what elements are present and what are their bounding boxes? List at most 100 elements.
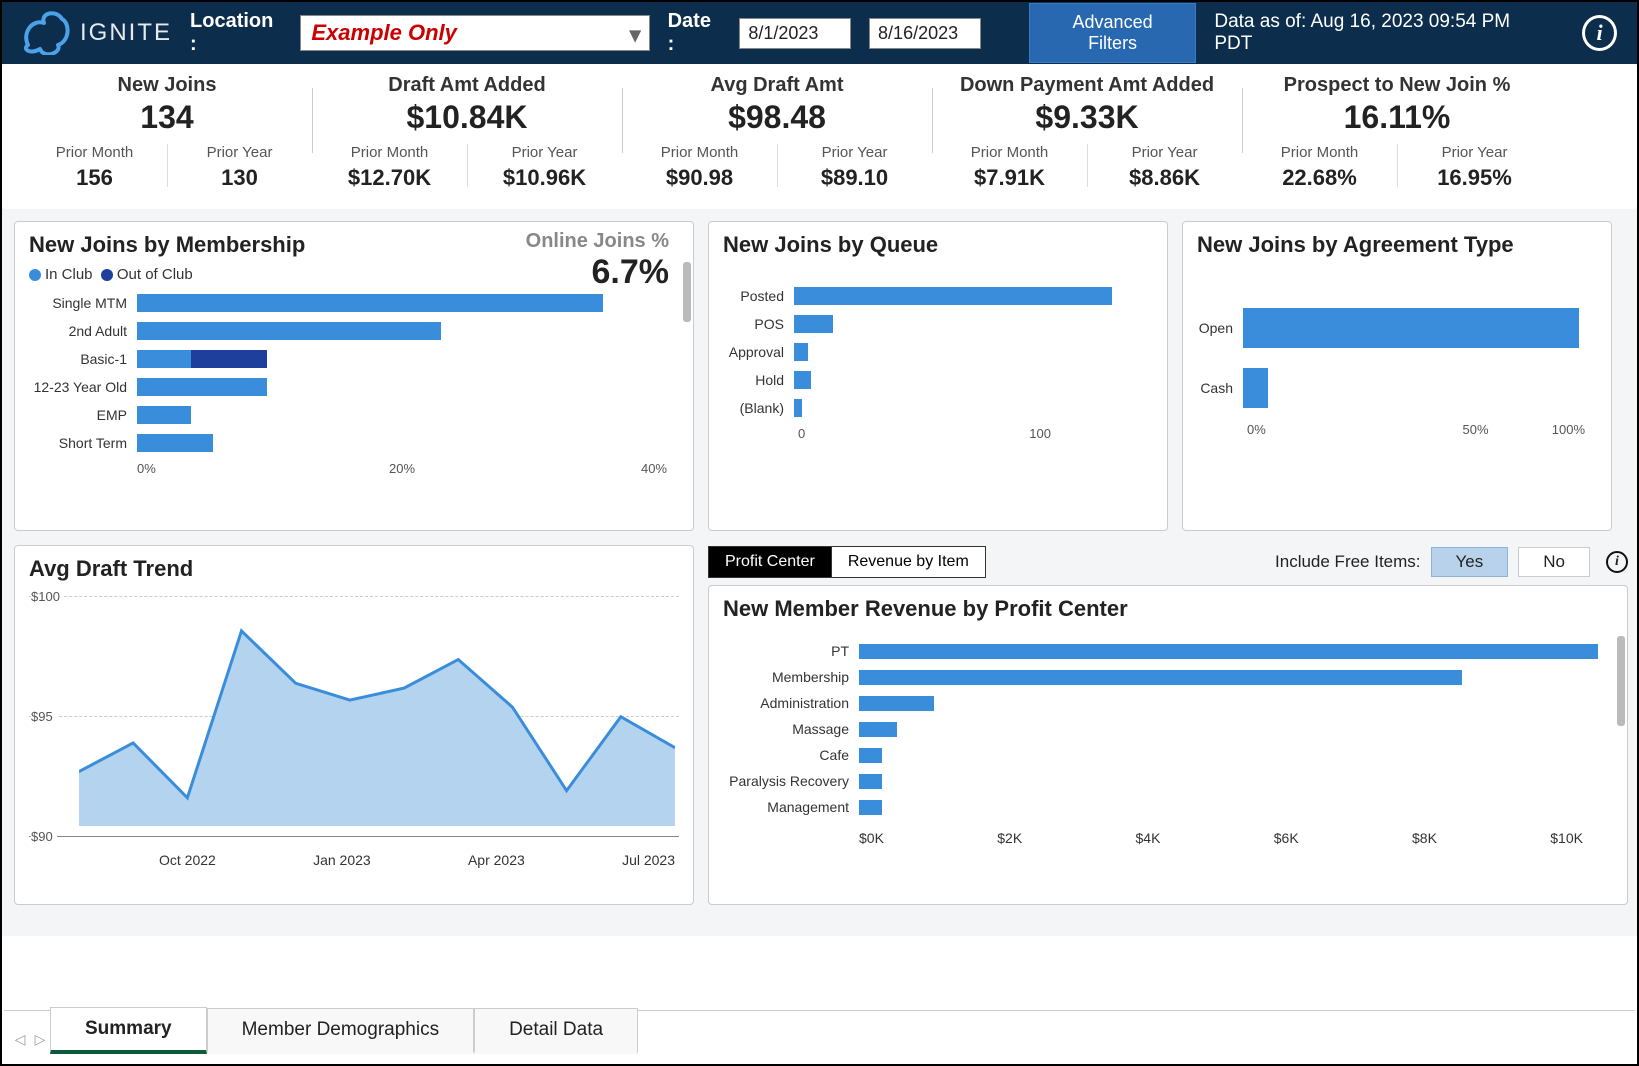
bar-label: Single MTM [29,295,131,311]
toggle-no[interactable]: No [1518,547,1590,577]
date-start-input[interactable]: 8/1/2023 [739,18,851,49]
bar [137,322,679,340]
tab-demographics[interactable]: Member Demographics [207,1008,474,1054]
footer-tabs: ◁ ▷ Summary Member Demographics Detail D… [4,1010,1635,1054]
date-label: Date : [668,10,722,56]
location-select[interactable]: Example Only [300,15,649,51]
scrollbar[interactable] [683,262,691,490]
info-icon[interactable]: i [1582,15,1617,51]
chart-revenue[interactable]: PTMembershipAdministrationMassageCafePar… [723,638,1613,820]
bar [859,722,1613,737]
logo-icon [22,11,70,55]
bar-row: Administration [723,690,1613,716]
bar-row: 12-23 Year Old [29,373,679,401]
panel-title: New Member Revenue by Profit Center [723,596,1613,622]
bar [137,294,679,312]
bar-label: Cafe [723,747,853,763]
bar-label: (Blank) [723,400,788,416]
bar-label: Posted [723,288,788,304]
bar-row: Short Term [29,429,679,457]
advanced-filters-button[interactable]: Advanced Filters [1029,3,1197,63]
kpi-prospect-pct: Prospect to New Join % 16.11% Prior Mont… [1242,72,1552,205]
date-end-input[interactable]: 8/16/2023 [869,18,981,49]
kpi-draft-amt-added: Draft Amt Added $10.84K Prior Month$12.7… [312,72,622,205]
info-icon[interactable]: i [1606,551,1628,573]
bar-label: Administration [723,695,853,711]
bar-label: Basic-1 [29,351,131,367]
bar [859,748,1613,763]
panel-title: Avg Draft Trend [29,556,679,582]
x-axis: $0K $2K $4K $6K $8K $10K [723,830,1613,846]
bar [859,696,1613,711]
bar [137,434,679,452]
toggle-yes[interactable]: Yes [1431,547,1509,577]
bar-label: Membership [723,669,853,685]
bar [137,406,679,424]
panel-title: New Joins by Agreement Type [1197,232,1597,258]
bar [794,371,1153,389]
bar-label: Paralysis Recovery [723,773,853,789]
tab-revenue-by-item[interactable]: Revenue by Item [832,546,986,578]
panel-new-joins-queue: New Joins by Queue PostedPOSApprovalHold… [708,221,1168,531]
online-joins-kpi: Online Joins % 6.7% [526,230,669,292]
panel-revenue-wrap: Profit Center Revenue by Item Include Fr… [708,545,1628,905]
kpi-down-payment: Down Payment Amt Added $9.33K Prior Mont… [932,72,1242,205]
chart-membership[interactable]: Single MTM2nd AdultBasic-112-23 Year Old… [29,289,679,457]
bar-row: Cafe [723,742,1613,768]
bar-label: Approval [723,344,788,360]
bar-label: Open [1197,320,1237,336]
bar [794,315,1153,333]
panel-new-joins-membership: New Joins by Membership Online Joins % 6… [14,221,694,531]
bar-label: Short Term [29,435,131,451]
bar-label: Hold [723,372,788,388]
bar-row: Approval [723,338,1153,366]
bar [1243,368,1597,408]
bar-row: Paralysis Recovery [723,768,1613,794]
bar [859,670,1613,685]
bar-label: Cash [1197,380,1237,396]
x-axis: 0 100 [723,426,1153,441]
bar-label: Management [723,799,853,815]
bar-label: POS [723,316,788,332]
kpi-row: New Joins 134 Prior Month156 Prior Year1… [2,64,1637,209]
panel-new-joins-agreement: New Joins by Agreement Type OpenCash 0% … [1182,221,1612,531]
bar-row: POS [723,310,1153,338]
tab-summary[interactable]: Summary [50,1007,207,1054]
bar [859,800,1613,815]
bar-row: Basic-1 [29,345,679,373]
include-free-label: Include Free Items: [1275,552,1421,572]
bar-label: PT [723,643,853,659]
tab-next-icon[interactable]: ▷ [30,1024,50,1054]
bar [794,399,1153,417]
bar [1243,308,1597,348]
panel-avg-draft-trend: Avg Draft Trend $100 $95 $90 Oct 2022 Ja… [14,545,694,905]
x-axis: Oct 2022 Jan 2023 Apr 2023 Jul 2023 [79,852,675,868]
tab-profit-center[interactable]: Profit Center [708,546,832,578]
bar [137,350,679,368]
tab-detail-data[interactable]: Detail Data [474,1008,638,1054]
kpi-new-joins: New Joins 134 Prior Month156 Prior Year1… [22,72,312,205]
chart-queue[interactable]: Posted POS Approval Hold (Blank) [723,282,1153,422]
x-axis: 0% 20% 40% [29,461,679,476]
bar-row: EMP [29,401,679,429]
bar-row: Membership [723,664,1613,690]
bar-row: Management [723,794,1613,820]
dashboard-content: New Joins 134 Prior Month156 Prior Year1… [2,64,1637,936]
bar-label: EMP [29,407,131,423]
bar-row: PT [723,638,1613,664]
bar-row: Single MTM [29,289,679,317]
bar [794,343,1153,361]
bar-row: Open [1197,298,1597,358]
scrollbar[interactable] [1617,636,1625,864]
bar [794,287,1153,305]
bar-label: 12-23 Year Old [29,379,131,395]
chart-agreement[interactable]: Open Cash [1197,298,1597,418]
bar-row: Posted [723,282,1153,310]
bar [859,644,1613,659]
brand-text: IGNITE [80,19,172,47]
bar [137,378,679,396]
location-value: Example Only [311,20,457,45]
chart-avg-draft[interactable]: $100 $95 $90 Oct 2022 Jan 2023 Apr 2023 … [29,588,679,868]
tab-prev-icon[interactable]: ◁ [10,1024,30,1054]
data-as-of-text: Data as of: Aug 16, 2023 09:54 PM PDT [1214,11,1542,55]
